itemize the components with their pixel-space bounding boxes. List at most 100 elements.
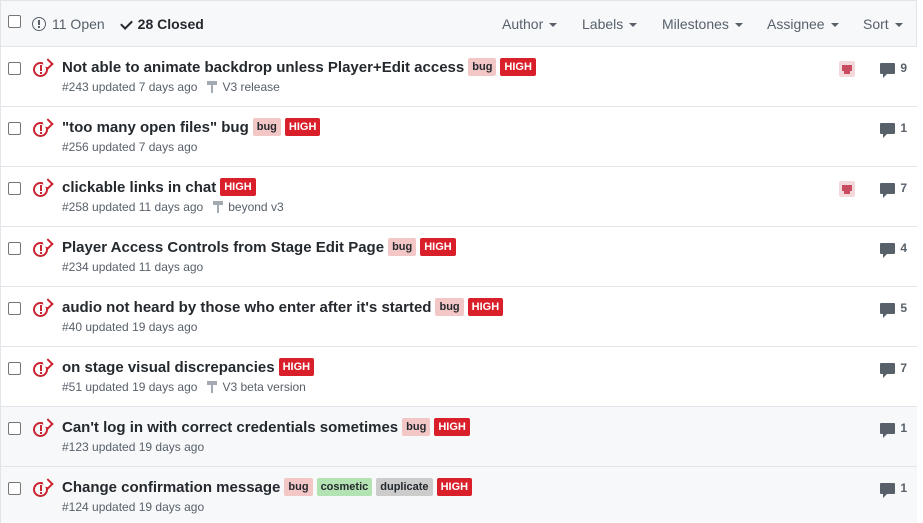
label-bug[interactable]: bug	[252, 118, 281, 136]
issue-title-line: "too many open files" bug bug HIGH	[62, 118, 321, 136]
comment-icon	[880, 482, 896, 498]
label-high[interactable]: HIGH	[220, 178, 256, 196]
label-high[interactable]: HIGH	[420, 238, 456, 256]
issue-meta-text: #258 updated 11 days ago	[62, 200, 204, 214]
issue-row: audio not heard by those who enter after…	[1, 287, 917, 347]
assignee-avatar[interactable]	[839, 61, 855, 77]
label-high[interactable]: HIGH	[284, 118, 321, 136]
issue-meta-text: #124 updated 19 days ago	[62, 500, 205, 514]
label-high[interactable]: HIGH	[278, 358, 315, 376]
comment-icon	[880, 242, 896, 258]
issue-meta: #40 updated 19 days ago	[62, 320, 197, 334]
issues-header: 11 Open 28 Closed Author Labels Mileston…	[1, 0, 916, 47]
label-duplicate[interactable]: duplicate	[376, 478, 433, 496]
comments-link[interactable]: 1	[880, 481, 907, 498]
issue-title-link[interactable]: "too many open files" bug	[62, 119, 249, 136]
comments-link[interactable]: 5	[880, 301, 907, 318]
issue-meta: #258 updated 11 days ago beyond v3	[62, 200, 284, 214]
milestone-link[interactable]: V3 release	[207, 80, 280, 94]
issue-checkbox[interactable]	[8, 62, 21, 75]
sort-filter[interactable]: Sort	[863, 16, 903, 32]
comment-icon	[880, 62, 896, 78]
issue-row: Change confirmation message bug cosmetic du…	[1, 467, 917, 523]
issue-title-line: Change confirmation message bug cosmetic du…	[62, 478, 473, 496]
issue-title-link[interactable]: on stage visual discrepancies	[62, 359, 275, 376]
issue-title-link[interactable]: Change confirmation message	[62, 479, 280, 496]
issue-meta: #243 updated 7 days ago V3 release	[62, 80, 280, 94]
label-high[interactable]: HIGH	[467, 298, 504, 316]
milestone-label: V3 release	[222, 80, 280, 94]
label-bug[interactable]: bug	[468, 58, 497, 76]
comment-icon	[880, 362, 896, 378]
issue-meta-text: #51 updated 19 days ago	[62, 380, 198, 394]
milestone-link[interactable]: V3 beta version	[207, 380, 306, 394]
issue-title-line: on stage visual discrepancies HIGH	[62, 358, 315, 376]
issue-reopened-icon	[33, 119, 51, 137]
comment-count: 7	[900, 181, 907, 195]
milestones-filter[interactable]: Milestones	[662, 16, 743, 32]
check-icon	[119, 17, 133, 31]
milestones-filter-label: Milestones	[662, 16, 729, 32]
issue-row: "too many open files" bug bug HIGH #256 upd…	[1, 107, 917, 167]
comment-count: 7	[900, 361, 907, 375]
assignee-avatar[interactable]	[839, 181, 855, 197]
issue-meta-text: #243 updated 7 days ago	[62, 80, 198, 94]
issue-checkbox[interactable]	[8, 302, 21, 315]
issue-row: Player Access Controls from Stage Edit P…	[1, 227, 917, 287]
issue-checkbox[interactable]	[8, 362, 21, 375]
label-high[interactable]: HIGH	[500, 58, 536, 76]
comments-link[interactable]: 4	[880, 241, 907, 258]
issue-row: Can't log in with correct credentials so…	[1, 407, 917, 467]
comments-link[interactable]: 1	[880, 421, 907, 438]
comments-link[interactable]: 7	[880, 181, 907, 198]
issue-reopened-icon	[33, 59, 51, 77]
issue-title-link[interactable]: Can't log in with correct credentials so…	[62, 419, 398, 436]
issue-checkbox[interactable]	[8, 242, 21, 255]
issue-row: clickable links in chat HIGH #258 updated …	[1, 167, 917, 227]
comments-link[interactable]: 9	[880, 61, 907, 78]
issue-title-link[interactable]: audio not heard by those who enter after…	[62, 299, 431, 316]
issue-title-link[interactable]: clickable links in chat	[62, 179, 216, 196]
select-all-checkbox[interactable]	[8, 15, 21, 28]
labels-filter[interactable]: Labels	[582, 16, 638, 32]
milestone-link[interactable]: beyond v3	[213, 200, 284, 214]
issue-reopened-icon	[33, 299, 51, 317]
label-bug[interactable]: bug	[284, 478, 313, 496]
state-toggle: 11 Open 28 Closed	[32, 16, 204, 32]
label-bug[interactable]: bug	[435, 298, 464, 316]
author-filter[interactable]: Author	[502, 16, 558, 32]
issue-meta-text: #256 updated 7 days ago	[62, 140, 198, 154]
comments-link[interactable]: 1	[880, 121, 907, 138]
comments-link[interactable]: 7	[880, 361, 907, 378]
issue-checkbox[interactable]	[8, 182, 21, 195]
issue-reopened-icon	[33, 239, 51, 257]
chevron-down-icon	[629, 23, 638, 27]
label-high[interactable]: HIGH	[436, 478, 473, 496]
issue-checkbox[interactable]	[8, 122, 21, 135]
issue-title-link[interactable]: Player Access Controls from Stage Edit P…	[62, 239, 384, 256]
assignee-filter[interactable]: Assignee	[767, 16, 839, 32]
issue-meta: #124 updated 19 days ago	[62, 500, 204, 514]
issue-title-line: audio not heard by those who enter after…	[62, 298, 504, 316]
author-filter-label: Author	[502, 16, 544, 32]
label-bug[interactable]: bug	[402, 418, 431, 436]
milestone-label: V3 beta version	[222, 380, 306, 394]
issue-title-line: Not able to animate backdrop unless Play…	[62, 58, 536, 76]
milestone-icon	[207, 81, 218, 93]
issue-title-link[interactable]: Not able to animate backdrop unless Play…	[62, 59, 464, 76]
closed-issues-link[interactable]: 28 Closed	[119, 16, 204, 32]
label-bug[interactable]: bug	[388, 238, 417, 256]
label-cosmetic[interactable]: cosmetic	[316, 478, 373, 496]
issue-checkbox[interactable]	[8, 482, 21, 495]
issue-title-line: clickable links in chat HIGH	[62, 178, 256, 196]
comment-icon	[880, 182, 896, 198]
issue-checkbox[interactable]	[8, 422, 21, 435]
comment-count: 1	[900, 121, 907, 135]
chevron-down-icon	[734, 23, 743, 27]
open-count-label: 11 Open	[52, 16, 105, 32]
open-issues-link[interactable]: 11 Open	[32, 16, 105, 32]
issue-title-line: Can't log in with correct credentials so…	[62, 418, 470, 436]
issues-list: 11 Open 28 Closed Author Labels Mileston…	[0, 0, 917, 523]
label-high[interactable]: HIGH	[434, 418, 470, 436]
comment-icon	[880, 122, 896, 138]
